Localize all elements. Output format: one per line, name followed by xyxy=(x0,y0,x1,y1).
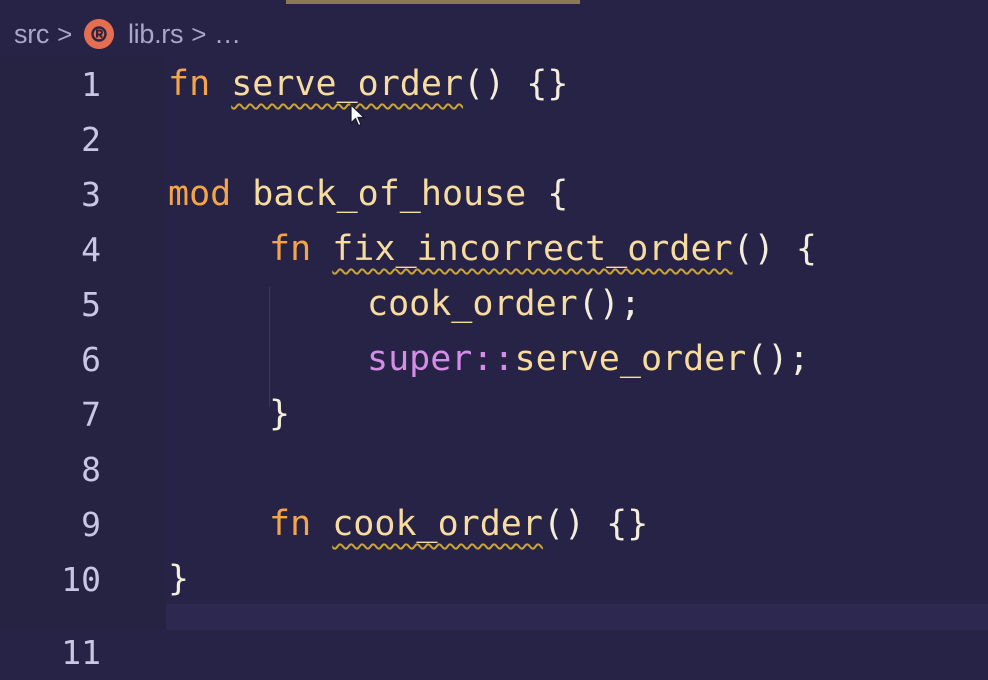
line-number: 5 xyxy=(81,285,101,324)
code-line-9[interactable]: 9 fn cook_order() {} xyxy=(0,497,988,552)
keyword-super: super xyxy=(367,339,473,379)
breadcrumb-file[interactable]: lib.rs xyxy=(128,19,184,50)
line-number: 8 xyxy=(81,450,101,489)
line-number: 1 xyxy=(81,65,101,104)
closing-brace: } xyxy=(269,394,291,434)
punctuation: () {} xyxy=(542,504,649,544)
code-text[interactable]: fn fix_incorrect_order() { xyxy=(269,222,817,277)
punctuation: (); xyxy=(746,339,810,379)
line-number: 6 xyxy=(81,340,101,379)
punctuation: () {} xyxy=(463,64,569,104)
path-separator: :: xyxy=(472,339,515,379)
code-editor[interactable]: 1 fn serve_order() {} 2 3 mod back_of_ho… xyxy=(0,57,988,672)
active-tab-indicator xyxy=(286,0,580,4)
breadcrumb-symbol-ellipsis[interactable]: … xyxy=(214,19,241,50)
line-number: 2 xyxy=(81,120,101,159)
punctuation: () { xyxy=(732,229,817,269)
code-line-5[interactable]: 5 cook_order(); xyxy=(0,277,988,332)
code-text[interactable]: super::serve_order(); xyxy=(367,332,810,387)
code-text[interactable]: cook_order(); xyxy=(367,277,641,332)
code-text[interactable]: fn cook_order() {} xyxy=(269,497,648,552)
chevron-right-icon: > xyxy=(57,18,72,49)
code-line-3[interactable]: 3 mod back_of_house { xyxy=(0,167,988,222)
punctuation: { xyxy=(526,174,569,214)
line-number: 11 xyxy=(61,633,101,672)
code-line-8[interactable]: 8 xyxy=(0,442,988,497)
line-number: 9 xyxy=(81,505,101,544)
closing-brace: } xyxy=(168,559,190,599)
keyword-mod: mod xyxy=(168,174,232,214)
punctuation: (); xyxy=(577,284,641,324)
breadcrumb-folder[interactable]: src xyxy=(14,19,49,50)
code-line-7[interactable]: 7 } xyxy=(0,387,988,442)
code-line-2[interactable]: 2 xyxy=(0,112,988,167)
module-name[interactable]: back_of_house xyxy=(252,174,526,214)
code-text[interactable]: } xyxy=(269,387,290,442)
line-number: 7 xyxy=(81,395,101,434)
code-line-6[interactable]: 6 super::serve_order(); xyxy=(0,332,988,387)
code-text[interactable]: mod back_of_house { xyxy=(168,167,568,222)
code-line-1[interactable]: 1 fn serve_order() {} xyxy=(0,57,988,112)
rust-icon xyxy=(83,19,114,49)
line-number: 4 xyxy=(81,230,101,269)
function-name[interactable]: serve_order xyxy=(231,64,463,104)
function-call[interactable]: serve_order xyxy=(515,339,747,379)
keyword-fn: fn xyxy=(269,504,312,544)
line-number: 3 xyxy=(81,175,101,214)
chevron-right-icon: > xyxy=(191,18,207,49)
function-name[interactable]: cook_order xyxy=(332,504,543,544)
code-line-10[interactable]: 10 } xyxy=(0,552,988,607)
code-text[interactable]: } xyxy=(168,552,189,607)
keyword-fn: fn xyxy=(269,229,312,269)
current-line-highlight xyxy=(166,604,988,630)
mouse-pointer-icon xyxy=(350,103,366,132)
function-call[interactable]: cook_order xyxy=(367,284,578,324)
function-name[interactable]: fix_incorrect_order xyxy=(332,229,732,269)
breadcrumb: src > lib.rs > … xyxy=(0,8,988,60)
line-number: 10 xyxy=(61,560,101,599)
keyword-fn: fn xyxy=(168,64,211,104)
code-line-4[interactable]: 4 fn fix_incorrect_order() { xyxy=(0,222,988,277)
code-text[interactable]: fn serve_order() {} xyxy=(168,57,568,112)
